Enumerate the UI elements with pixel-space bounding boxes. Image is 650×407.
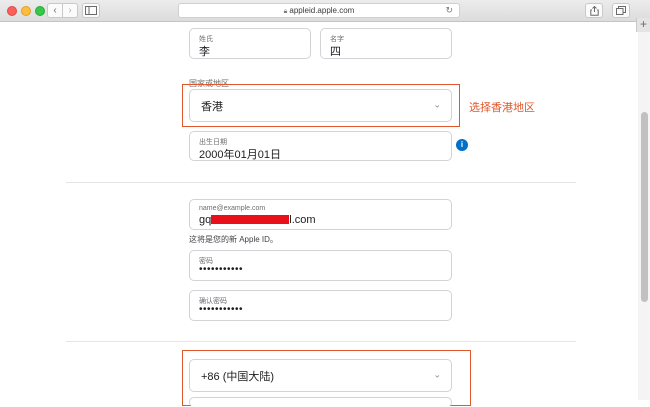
email-field[interactable]: name@example.com gq l.com <box>189 199 452 230</box>
section-divider <box>66 182 576 183</box>
share-icon <box>589 5 599 16</box>
share-button[interactable] <box>585 3 603 18</box>
lock-icon: 🔒︎ <box>283 8 288 15</box>
last-name-value: 李 <box>199 46 210 58</box>
url-text: appleid.apple.com <box>289 6 355 15</box>
forward-button[interactable]: › <box>62 3 78 18</box>
email-value-prefix: gq <box>199 214 212 226</box>
phone-country-select[interactable]: +86 (中国大陆) ⌄ <box>189 359 452 392</box>
sidebar-toggle-button[interactable] <box>82 3 100 18</box>
region-annotation: 选择香港地区 <box>469 102 535 114</box>
tabs-icon <box>616 6 626 15</box>
info-icon[interactable]: i <box>456 139 468 151</box>
redaction-bar <box>211 215 290 224</box>
apple-id-hint: 这将是您的新 Apple ID。 <box>189 235 278 244</box>
region-value: 香港 <box>201 100 223 113</box>
back-button[interactable]: ‹ <box>47 3 63 18</box>
new-tab-button[interactable]: + <box>636 18 650 32</box>
phone-country-value: +86 (中国大陆) <box>201 370 275 383</box>
chevron-down-icon: ⌄ <box>433 98 441 109</box>
last-name-field[interactable]: 姓氏 李 <box>189 28 311 59</box>
show-tabs-button[interactable] <box>612 3 630 18</box>
chevron-right-icon: › <box>68 5 72 16</box>
password-field[interactable]: 密码 ••••••••••• <box>189 250 452 281</box>
birthday-field[interactable]: 出生日期 2000年01月01日 <box>189 131 452 161</box>
email-label: name@example.com <box>199 205 266 212</box>
scrollbar-thumb[interactable] <box>641 112 648 302</box>
email-value-suffix: l.com <box>289 214 316 226</box>
password-value: ••••••••••• <box>199 264 244 275</box>
email-value: gq l.com <box>199 214 316 226</box>
confirm-password-field[interactable]: 确认密码 ••••••••••• <box>189 290 452 321</box>
phone-number-field[interactable] <box>189 397 452 407</box>
confirm-password-value: ••••••••••• <box>199 304 244 315</box>
zoom-window-button[interactable] <box>35 6 45 16</box>
chevron-left-icon: ‹ <box>53 5 57 16</box>
address-bar[interactable]: 🔒︎ appleid.apple.com ↻ <box>178 3 460 18</box>
reload-icon[interactable]: ↻ <box>445 4 453 17</box>
first-name-value: 四 <box>330 46 341 58</box>
browser-titlebar: ‹ › 🔒︎ appleid.apple.com ↻ <box>0 0 650 22</box>
sidebar-icon <box>85 6 97 15</box>
minimize-window-button[interactable] <box>21 6 31 16</box>
first-name-field[interactable]: 名字 四 <box>320 28 452 59</box>
close-window-button[interactable] <box>7 6 17 16</box>
section-divider-2 <box>66 341 576 342</box>
chevron-down-icon: ⌄ <box>433 368 441 379</box>
region-select[interactable]: 香港 ⌄ <box>189 89 452 122</box>
birthday-value: 2000年01月01日 <box>199 149 281 161</box>
